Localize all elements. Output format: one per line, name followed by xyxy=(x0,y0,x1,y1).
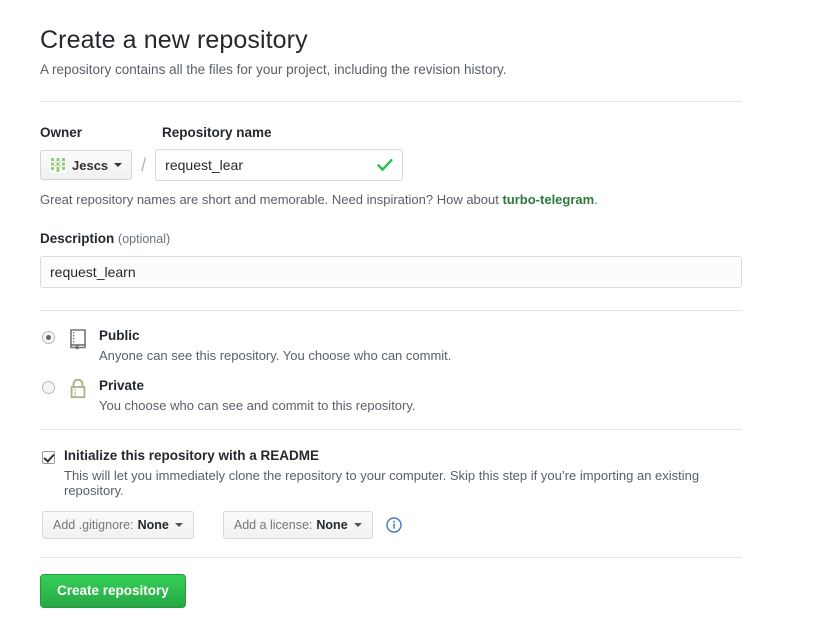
suggested-name-link[interactable]: turbo-telegram xyxy=(502,192,594,207)
readme-description: This will let you immediately clone the … xyxy=(64,467,700,498)
repository-name-hint: Great repository names are short and mem… xyxy=(40,191,742,209)
visibility-option-public[interactable]: Public Anyone can see this repository. Y… xyxy=(40,327,742,365)
readme-checkbox[interactable] xyxy=(42,450,55,464)
license-label: Add a license: xyxy=(233,517,313,532)
description-section: Description (optional) xyxy=(40,231,742,288)
lock-icon xyxy=(70,378,86,398)
readme-row[interactable]: Initialize this repository with a README xyxy=(40,448,742,464)
chevron-down-icon xyxy=(174,522,183,527)
template-dropdown-row: Add .gitignore: None Add a license: None xyxy=(42,510,742,539)
visibility-section: Public Anyone can see this repository. Y… xyxy=(40,311,742,429)
visibility-private-desc: You choose who can see and commit to thi… xyxy=(99,397,416,413)
visibility-private-text: Private You choose who can see and commi… xyxy=(99,377,416,415)
visibility-public-title: Public xyxy=(99,328,140,343)
visibility-private-title: Private xyxy=(99,377,145,393)
description-label-row: Description (optional) xyxy=(40,231,742,247)
visibility-public-text: Public Anyone can see this repository. Y… xyxy=(99,327,451,365)
path-separator: / xyxy=(141,155,147,175)
hint-suffix-text: . xyxy=(594,192,598,207)
license-info-icon[interactable] xyxy=(385,516,402,533)
visibility-option-private[interactable]: Private You choose who can see and commi… xyxy=(40,377,742,415)
repository-name-label: Repository name xyxy=(162,125,272,140)
page-subtitle: A repository contains all the files for … xyxy=(40,62,507,77)
chevron-down-icon xyxy=(353,522,362,527)
repo-book-icon xyxy=(70,329,86,350)
owner-dropdown-button[interactable]: Jescs xyxy=(40,150,133,180)
info-circle-icon xyxy=(385,516,402,533)
owner-avatar-identicon-icon xyxy=(50,157,66,173)
repository-name-field-wrapper xyxy=(155,149,404,181)
readme-label: Initialize this repository with a README xyxy=(64,447,320,463)
page-content: Create a new repository A repository con… xyxy=(40,24,742,608)
radio-private[interactable] xyxy=(42,380,55,394)
gitignore-label: Add .gitignore: xyxy=(53,517,134,532)
create-repository-page: Create a new repository A repository con… xyxy=(0,0,819,624)
divider-header xyxy=(40,101,742,102)
repository-name-section: Owner Repository name Jescs / request_le… xyxy=(40,125,742,209)
description-label: Description xyxy=(40,231,115,246)
chevron-down-icon xyxy=(114,163,123,167)
description-optional-tag: (optional) xyxy=(118,232,171,246)
create-repository-button[interactable]: Create repository xyxy=(40,573,186,608)
owner-label: Owner xyxy=(40,125,83,140)
initialization-section: Initialize this repository with a README… xyxy=(40,430,742,557)
field-label-row: Owner Repository name xyxy=(40,125,742,141)
repository-name-input[interactable] xyxy=(155,149,404,181)
radio-public[interactable] xyxy=(42,331,55,344)
license-dropdown-button[interactable]: Add a license: None xyxy=(222,510,373,539)
hint-prefix-text: Great repository names are short and mem… xyxy=(40,192,503,207)
license-value: None xyxy=(316,517,348,532)
submit-section: Create repository xyxy=(40,558,742,608)
visibility-public-desc: Anyone can see this repository. You choo… xyxy=(99,348,452,364)
owner-and-name-row: Jescs / xyxy=(40,149,742,181)
owner-name: Jescs xyxy=(72,157,109,173)
description-input[interactable] xyxy=(40,256,742,288)
gitignore-value: None xyxy=(137,517,169,532)
page-title: Create a new repository xyxy=(40,26,308,54)
gitignore-dropdown-button[interactable]: Add .gitignore: None xyxy=(42,510,194,539)
